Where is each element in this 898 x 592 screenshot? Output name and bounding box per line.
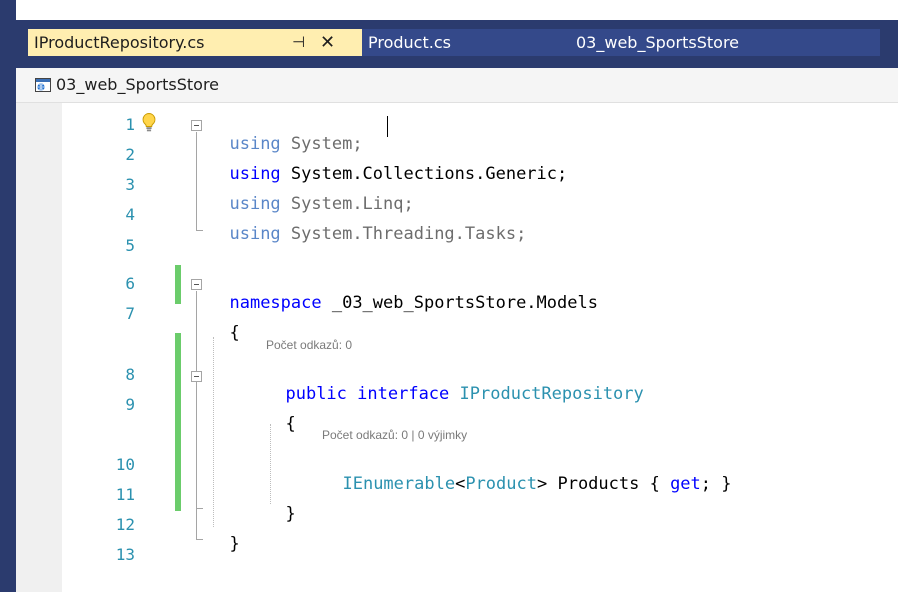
line-number: 6 — [125, 274, 135, 293]
line-number: 4 — [125, 205, 135, 224]
type-name: IEnumerable — [342, 474, 456, 494]
code-line-7: { — [209, 303, 240, 343]
line-number: 8 — [125, 365, 135, 384]
code-text: { — [229, 323, 240, 343]
project-navigation-bar[interactable]: 03_web_SportsStore — [16, 68, 898, 103]
web-project-icon — [35, 78, 51, 92]
code-text: } — [285, 504, 296, 524]
window-top-strip — [16, 0, 898, 20]
collapse-toggle-using[interactable] — [191, 120, 202, 131]
code-line-10: IEnumerable<Product> Products { get; } — [342, 474, 732, 494]
code-text: { — [285, 414, 296, 434]
code-text: ; } — [700, 474, 732, 494]
codelens-references[interactable]: Počet odkazů: 0 | 0 výjimky — [322, 428, 467, 442]
code-text: _03_web_SportsStore.Models — [321, 293, 598, 313]
code-line-9: { — [265, 394, 296, 434]
code-text: System.Threading.Tasks; — [280, 224, 527, 244]
line-number: 9 — [125, 395, 135, 414]
collapse-toggle-interface[interactable] — [191, 371, 202, 382]
line-number: 10 — [115, 455, 135, 474]
tab-label: Product.cs — [368, 33, 451, 52]
change-bar — [175, 333, 181, 511]
keyword: namespace — [229, 293, 322, 313]
lightbulb-icon[interactable] — [140, 112, 158, 134]
code-text: } — [229, 534, 240, 554]
line-number: 5 — [125, 236, 135, 255]
line-number: 2 — [125, 145, 135, 164]
tab-product[interactable]: Product.cs — [362, 29, 570, 56]
tab-03-web-sportsstore[interactable]: 03_web_SportsStore — [570, 29, 880, 56]
line-number: 11 — [115, 485, 135, 504]
type-name: Product — [465, 474, 537, 494]
code-line-8: public interface IProductRepository — [265, 364, 644, 404]
pin-icon[interactable]: ⊣ — [292, 29, 305, 56]
line-number: 12 — [115, 515, 135, 534]
keyword: interface — [357, 384, 450, 404]
outline-line — [196, 508, 203, 509]
line-number: 3 — [125, 175, 135, 194]
line-number: 7 — [125, 304, 135, 323]
outline-line — [196, 539, 203, 540]
close-icon[interactable]: ✕ — [320, 29, 335, 56]
code-line-4: using System.Threading.Tasks; — [209, 204, 526, 244]
editor-indicator-margin — [16, 103, 62, 592]
code-text: Products { — [547, 474, 671, 494]
outline-line — [196, 132, 197, 231]
line-number: 1 — [125, 115, 135, 134]
document-tab-bar: IProductRepository.cs ⊣ ✕ Product.cs 03_… — [16, 20, 898, 68]
code-line-11: } — [265, 484, 296, 524]
tab-iproductrepository[interactable]: IProductRepository.cs ⊣ ✕ — [28, 29, 362, 56]
code-line-6: namespace _03_web_SportsStore.Models — [209, 273, 598, 313]
codelens-references[interactable]: Počet odkazů: 0 — [266, 338, 352, 352]
outline-line — [196, 383, 197, 509]
change-bar — [175, 265, 181, 304]
left-tool-rail — [0, 0, 16, 592]
collapse-toggle-namespace[interactable] — [191, 279, 202, 290]
text-caret — [387, 116, 388, 137]
keyword: get — [670, 474, 701, 494]
code-line-12: } — [209, 514, 240, 554]
tab-label: 03_web_SportsStore — [576, 33, 740, 52]
type-name: IProductRepository — [459, 384, 644, 404]
tab-label: IProductRepository.cs — [34, 33, 205, 52]
line-number: 13 — [115, 545, 135, 564]
outline-line — [196, 230, 203, 231]
indent-guide — [213, 337, 214, 527]
project-selector[interactable]: 03_web_SportsStore — [56, 68, 219, 102]
keyword: using — [229, 224, 281, 244]
